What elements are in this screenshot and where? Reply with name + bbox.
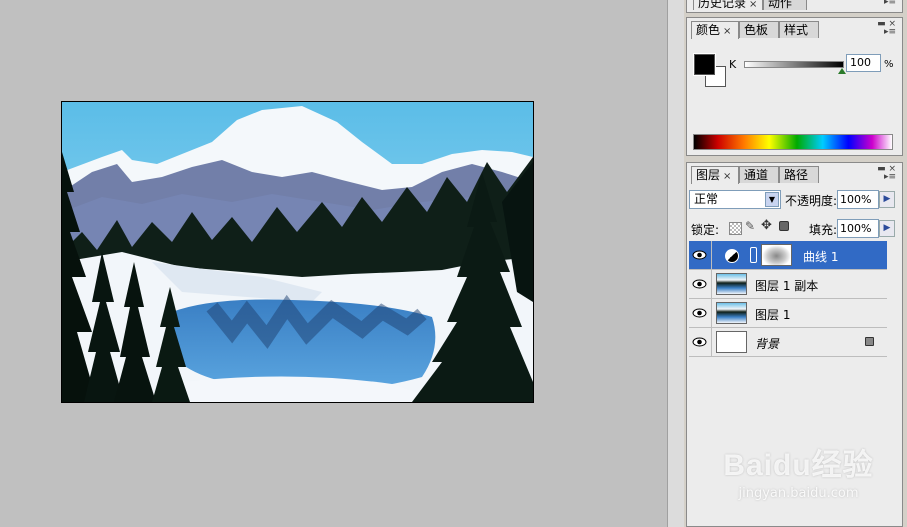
layer-list: 曲线 1 图层 1 副本 图层 1 背景 xyxy=(687,241,902,357)
tab-color[interactable]: 颜色 × xyxy=(691,21,739,39)
k-value-field[interactable]: 100 xyxy=(846,54,881,72)
lock-all-icon[interactable] xyxy=(779,221,789,231)
k-slider-thumb[interactable] xyxy=(838,68,846,74)
layers-panel-tabs: 图层 × 通道 路径 xyxy=(687,163,902,184)
fill-field[interactable]: 100% xyxy=(837,219,879,238)
layer-row-background[interactable]: 背景 xyxy=(689,328,887,357)
tab-paths[interactable]: 路径 xyxy=(779,166,819,183)
opacity-label: 不透明度: xyxy=(785,194,838,208)
blend-mode-select[interactable]: 正常 ▼ xyxy=(689,190,781,209)
tab-styles[interactable]: 样式 xyxy=(779,21,819,38)
lock-label: 锁定: xyxy=(691,223,720,237)
close-icon[interactable]: × xyxy=(723,26,731,37)
eye-icon[interactable] xyxy=(692,278,707,290)
opacity-field[interactable]: 100% xyxy=(837,190,879,209)
eye-icon[interactable] xyxy=(692,336,707,348)
percent-unit: % xyxy=(884,59,894,70)
close-icon[interactable]: × xyxy=(723,171,731,182)
adjustment-layer-icon xyxy=(725,249,739,263)
layer-mask-thumbnail[interactable] xyxy=(761,244,792,266)
foreground-color-swatch[interactable] xyxy=(693,53,716,76)
opacity-arrow-icon[interactable]: ▶ xyxy=(879,191,895,208)
tab-actions[interactable]: 动作 xyxy=(763,0,807,10)
layer-name: 曲线 1 xyxy=(803,250,839,264)
tab-swatches[interactable]: 色板 xyxy=(739,21,779,38)
k-slider-track[interactable] xyxy=(744,61,844,68)
panel-menu-icon[interactable]: ▸≡ xyxy=(884,0,896,7)
layer-name: 图层 1 副本 xyxy=(755,279,819,293)
channel-label: K xyxy=(729,58,737,71)
history-panel: 历史记录 × 动作 ▸≡ xyxy=(686,0,903,13)
layer-row-layer1[interactable]: 图层 1 xyxy=(689,299,887,328)
lock-pixels-icon[interactable]: ✎ xyxy=(745,219,755,233)
eye-icon[interactable] xyxy=(692,307,707,319)
link-icon[interactable] xyxy=(750,247,757,263)
layer-thumbnail[interactable] xyxy=(716,273,747,295)
layer-thumbnail[interactable] xyxy=(716,331,747,353)
layer-name: 背景 xyxy=(755,337,780,351)
color-panel-tabs: 颜色 × 色板 样式 xyxy=(687,18,902,39)
panel-dock: 历史记录 × 动作 ▸≡ ▬ × ▸≡ 颜色 × 色板 样式 K 100 % ▬… xyxy=(684,0,907,527)
canvas-area[interactable] xyxy=(0,0,667,527)
lock-transparency-icon[interactable] xyxy=(729,222,742,235)
color-spectrum-bar[interactable] xyxy=(693,134,893,150)
layer-row-layer1-copy[interactable]: 图层 1 副本 xyxy=(689,270,887,299)
lock-position-icon[interactable]: ✥ xyxy=(761,218,772,233)
tab-channels[interactable]: 通道 xyxy=(739,166,779,183)
tab-layers[interactable]: 图层 × xyxy=(691,166,739,184)
lock-icon xyxy=(865,337,874,346)
eye-icon[interactable] xyxy=(692,249,707,261)
layer-row-curves[interactable]: 曲线 1 xyxy=(689,241,887,270)
layer-thumbnail[interactable] xyxy=(716,302,747,324)
layers-panel: ▬ × ▸≡ 图层 × 通道 路径 正常 ▼ 不透明度: 100% ▶ 锁定: ✎ … xyxy=(686,162,903,527)
panel-divider[interactable] xyxy=(667,0,685,527)
fill-arrow-icon[interactable]: ▶ xyxy=(879,220,895,237)
landscape-photo xyxy=(62,102,533,402)
fill-label: 填充: xyxy=(809,223,838,237)
chevron-down-icon[interactable]: ▼ xyxy=(765,192,779,207)
layer-name: 图层 1 xyxy=(755,308,791,322)
color-panel: ▬ × ▸≡ 颜色 × 色板 样式 K 100 % xyxy=(686,17,903,156)
tab-history[interactable]: 历史记录 × xyxy=(693,0,763,10)
close-icon[interactable]: × xyxy=(749,0,757,10)
document-image[interactable] xyxy=(61,101,534,403)
